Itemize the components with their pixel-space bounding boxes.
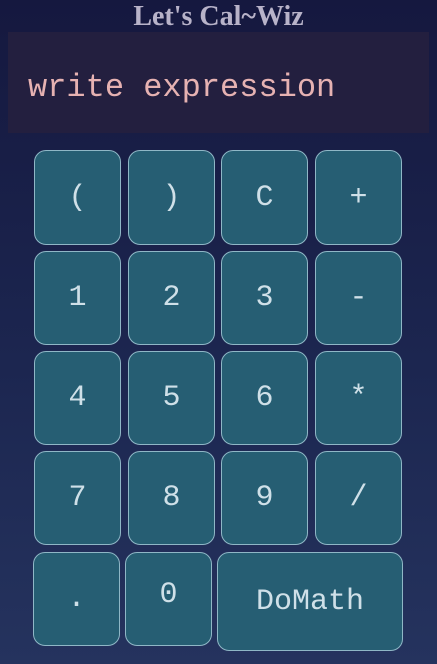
clear-button[interactable]: C	[221, 150, 308, 245]
digit-7-button[interactable]: 7	[34, 451, 121, 545]
digit-3-button[interactable]: 3	[221, 251, 308, 345]
multiply-button[interactable]: *	[315, 351, 402, 445]
digit-1-button[interactable]: 1	[34, 251, 121, 345]
minus-button[interactable]: -	[315, 251, 402, 345]
divide-button[interactable]: /	[315, 451, 402, 545]
decimal-button[interactable]: .	[33, 552, 120, 646]
expression-input[interactable]	[8, 32, 429, 133]
close-paren-button[interactable]: )	[128, 150, 215, 245]
digit-9-button[interactable]: 9	[221, 451, 308, 545]
open-paren-button[interactable]: (	[34, 150, 121, 245]
digit-2-button[interactable]: 2	[128, 251, 215, 345]
digit-6-button[interactable]: 6	[221, 351, 308, 445]
plus-button[interactable]: +	[315, 150, 402, 245]
digit-8-button[interactable]: 8	[128, 451, 215, 545]
digit-0-button[interactable]: 0	[125, 552, 212, 646]
digit-5-button[interactable]: 5	[128, 351, 215, 445]
app-title: Let's Cal~Wiz	[133, 1, 304, 32]
domath-button[interactable]: DoMath	[217, 552, 403, 651]
digit-4-button[interactable]: 4	[34, 351, 121, 445]
